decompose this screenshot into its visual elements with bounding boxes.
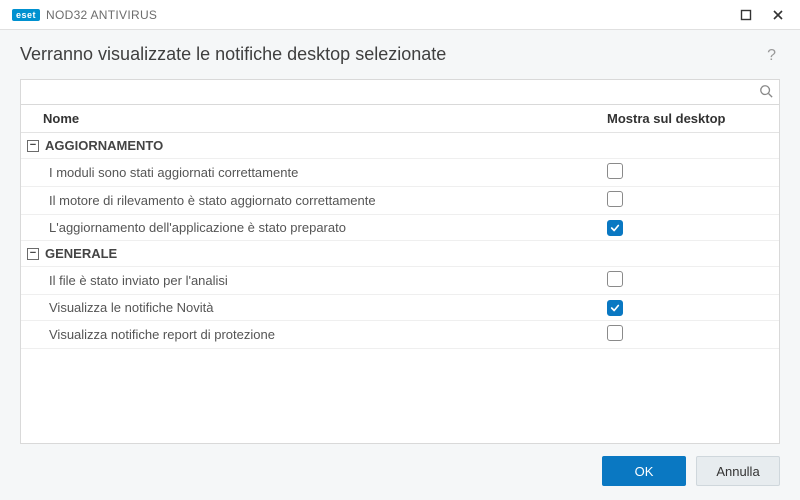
search-icon[interactable] <box>759 84 773 101</box>
group-label: AGGIORNAMENTO <box>45 138 163 153</box>
item-check-cell <box>599 296 779 320</box>
group-row[interactable]: −AGGIORNAMENTO <box>21 133 779 159</box>
item-name: Visualizza notifiche report di protezion… <box>21 322 599 347</box>
show-on-desktop-checkbox[interactable] <box>607 163 623 179</box>
table-row: Visualizza notifiche report di protezion… <box>21 321 779 349</box>
show-on-desktop-checkbox[interactable] <box>607 325 623 341</box>
table-row: L'aggiornamento dell'applicazione è stat… <box>21 215 779 241</box>
collapse-icon[interactable]: − <box>27 140 39 152</box>
maximize-button[interactable] <box>732 3 760 27</box>
item-check-cell <box>599 159 779 186</box>
page-header: Verranno visualizzate le notifiche deskt… <box>20 44 780 65</box>
show-on-desktop-checkbox[interactable] <box>607 191 623 207</box>
search-input[interactable] <box>29 85 759 100</box>
group-label: GENERALE <box>45 246 117 261</box>
column-header-show[interactable]: Mostra sul desktop <box>599 105 779 132</box>
cancel-button[interactable]: Annulla <box>696 456 780 486</box>
item-name: Il motore di rilevamento è stato aggiorn… <box>21 188 599 213</box>
item-name: L'aggiornamento dell'applicazione è stat… <box>21 215 599 240</box>
close-button[interactable] <box>764 3 792 27</box>
page-title: Verranno visualizzate le notifiche deskt… <box>20 44 446 65</box>
brand-badge: eset <box>12 9 40 21</box>
footer: OK Annulla <box>20 444 780 486</box>
item-name: Visualizza le notifiche Novità <box>21 295 599 320</box>
search-bar <box>20 79 780 105</box>
show-on-desktop-checkbox[interactable] <box>607 300 623 316</box>
brand: eset NOD32 ANTIVIRUS <box>12 8 157 22</box>
table-body: −AGGIORNAMENTOI moduli sono stati aggior… <box>21 133 779 349</box>
item-check-cell <box>599 267 779 294</box>
help-icon[interactable]: ? <box>763 47 780 65</box>
collapse-icon[interactable]: − <box>27 248 39 260</box>
ok-button[interactable]: OK <box>602 456 686 486</box>
group-row[interactable]: −GENERALE <box>21 241 779 267</box>
item-name: Il file è stato inviato per l'analisi <box>21 268 599 293</box>
window-controls <box>732 3 792 27</box>
table-row: I moduli sono stati aggiornati correttam… <box>21 159 779 187</box>
item-check-cell <box>599 321 779 348</box>
brand-text: NOD32 ANTIVIRUS <box>46 8 157 22</box>
item-check-cell <box>599 187 779 214</box>
show-on-desktop-checkbox[interactable] <box>607 271 623 287</box>
table-header: Nome Mostra sul desktop <box>21 105 779 133</box>
column-header-name[interactable]: Nome <box>21 105 599 132</box>
table-row: Visualizza le notifiche Novità <box>21 295 779 321</box>
content: Verranno visualizzate le notifiche deskt… <box>0 30 800 500</box>
table-row: Il file è stato inviato per l'analisi <box>21 267 779 295</box>
item-name: I moduli sono stati aggiornati correttam… <box>21 160 599 185</box>
notifications-table: Nome Mostra sul desktop −AGGIORNAMENTOI … <box>20 105 780 444</box>
show-on-desktop-checkbox[interactable] <box>607 220 623 236</box>
table-row: Il motore di rilevamento è stato aggiorn… <box>21 187 779 215</box>
item-check-cell <box>599 216 779 240</box>
titlebar: eset NOD32 ANTIVIRUS <box>0 0 800 30</box>
